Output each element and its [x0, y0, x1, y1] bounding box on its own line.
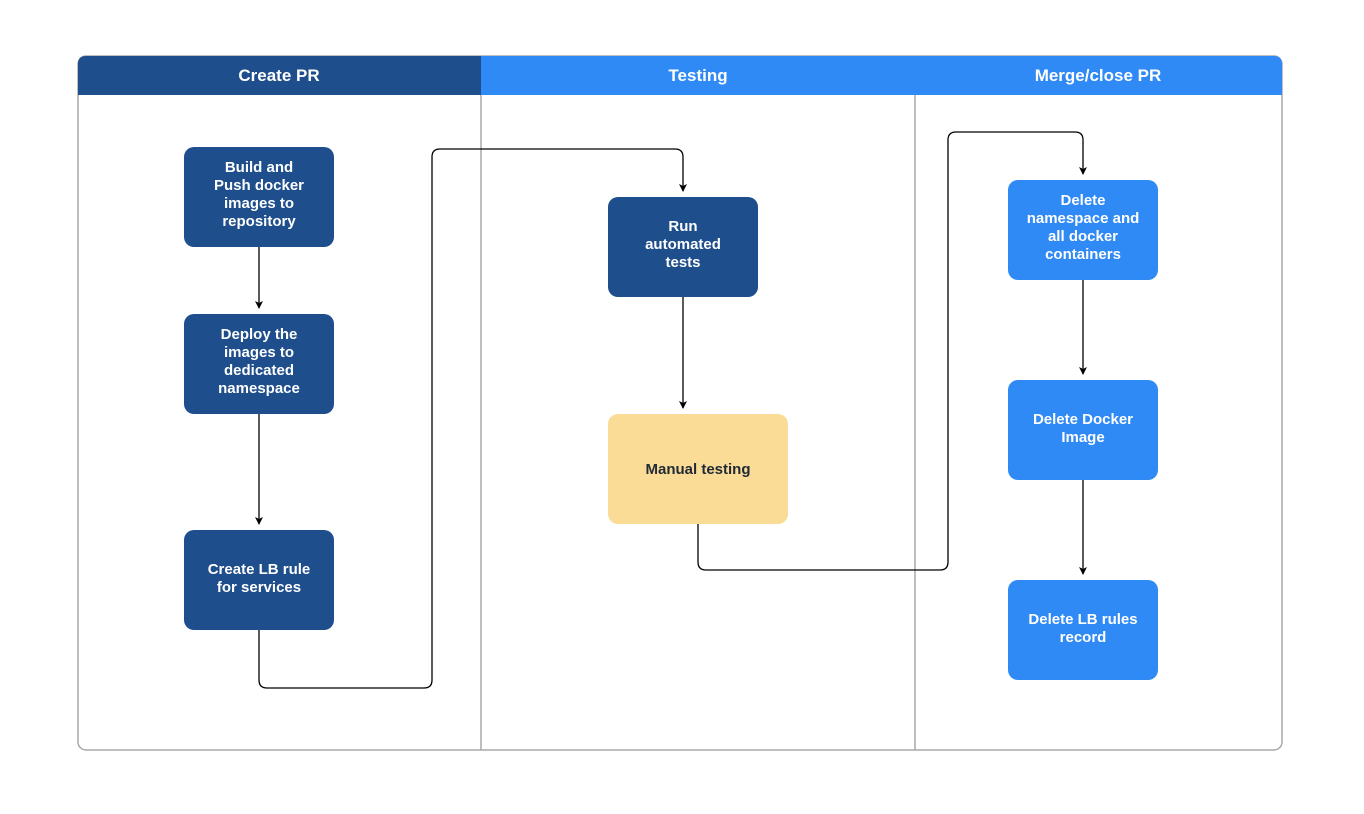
box-deploy: Deploy the images to dedicated namespace: [184, 314, 334, 414]
box-manual-testing-l1: Manual testing: [645, 461, 750, 478]
box-delete-ns: Delete namespace and all docker containe…: [1008, 180, 1158, 280]
box-delete-ns-l4: containers: [1045, 246, 1121, 263]
lane-header-create-pr-label: Create PR: [238, 66, 319, 85]
box-run-tests: Run automated tests: [608, 197, 758, 297]
box-delete-ns-l2: namespace and: [1027, 210, 1140, 227]
box-delete-lb-l2: record: [1060, 629, 1107, 646]
box-delete-image: Delete Docker Image: [1008, 380, 1158, 480]
lane-header-testing: Testing: [481, 56, 915, 95]
box-build-push-l4: repository: [222, 213, 296, 230]
box-deploy-l4: namespace: [218, 380, 300, 397]
box-create-lb-l1: Create LB rule: [208, 561, 311, 578]
box-run-tests-l3: tests: [665, 254, 700, 271]
lane-header-merge-close: Merge/close PR: [915, 56, 1282, 95]
box-build-push-l2: Push docker: [214, 177, 304, 194]
box-build-push-l1: Build and: [225, 159, 293, 176]
box-run-tests-l1: Run: [668, 218, 697, 235]
box-manual-testing: Manual testing: [608, 414, 788, 524]
box-run-tests-l2: automated: [645, 236, 721, 253]
box-delete-lb-l1: Delete LB rules: [1028, 611, 1137, 628]
box-create-lb: Create LB rule for services: [184, 530, 334, 630]
lane-header-testing-label: Testing: [668, 66, 727, 85]
box-create-lb-l2: for services: [217, 579, 301, 596]
box-build-push: Build and Push docker images to reposito…: [184, 147, 334, 247]
flow-diagram: Create PR Testing Merge/close PR Build a…: [0, 0, 1364, 814]
box-deploy-l1: Deploy the: [221, 326, 298, 343]
box-delete-ns-l1: Delete: [1060, 192, 1105, 209]
box-deploy-l2: images to: [224, 344, 294, 361]
box-build-push-l3: images to: [224, 195, 294, 212]
box-delete-ns-l3: all docker: [1048, 228, 1118, 245]
lane-header-create-pr: Create PR: [78, 56, 481, 95]
box-delete-lb: Delete LB rules record: [1008, 580, 1158, 680]
box-delete-image-l1: Delete Docker: [1033, 411, 1133, 428]
box-delete-image-l2: Image: [1061, 429, 1104, 446]
lane-header-merge-close-label: Merge/close PR: [1035, 66, 1162, 85]
box-deploy-l3: dedicated: [224, 362, 294, 379]
